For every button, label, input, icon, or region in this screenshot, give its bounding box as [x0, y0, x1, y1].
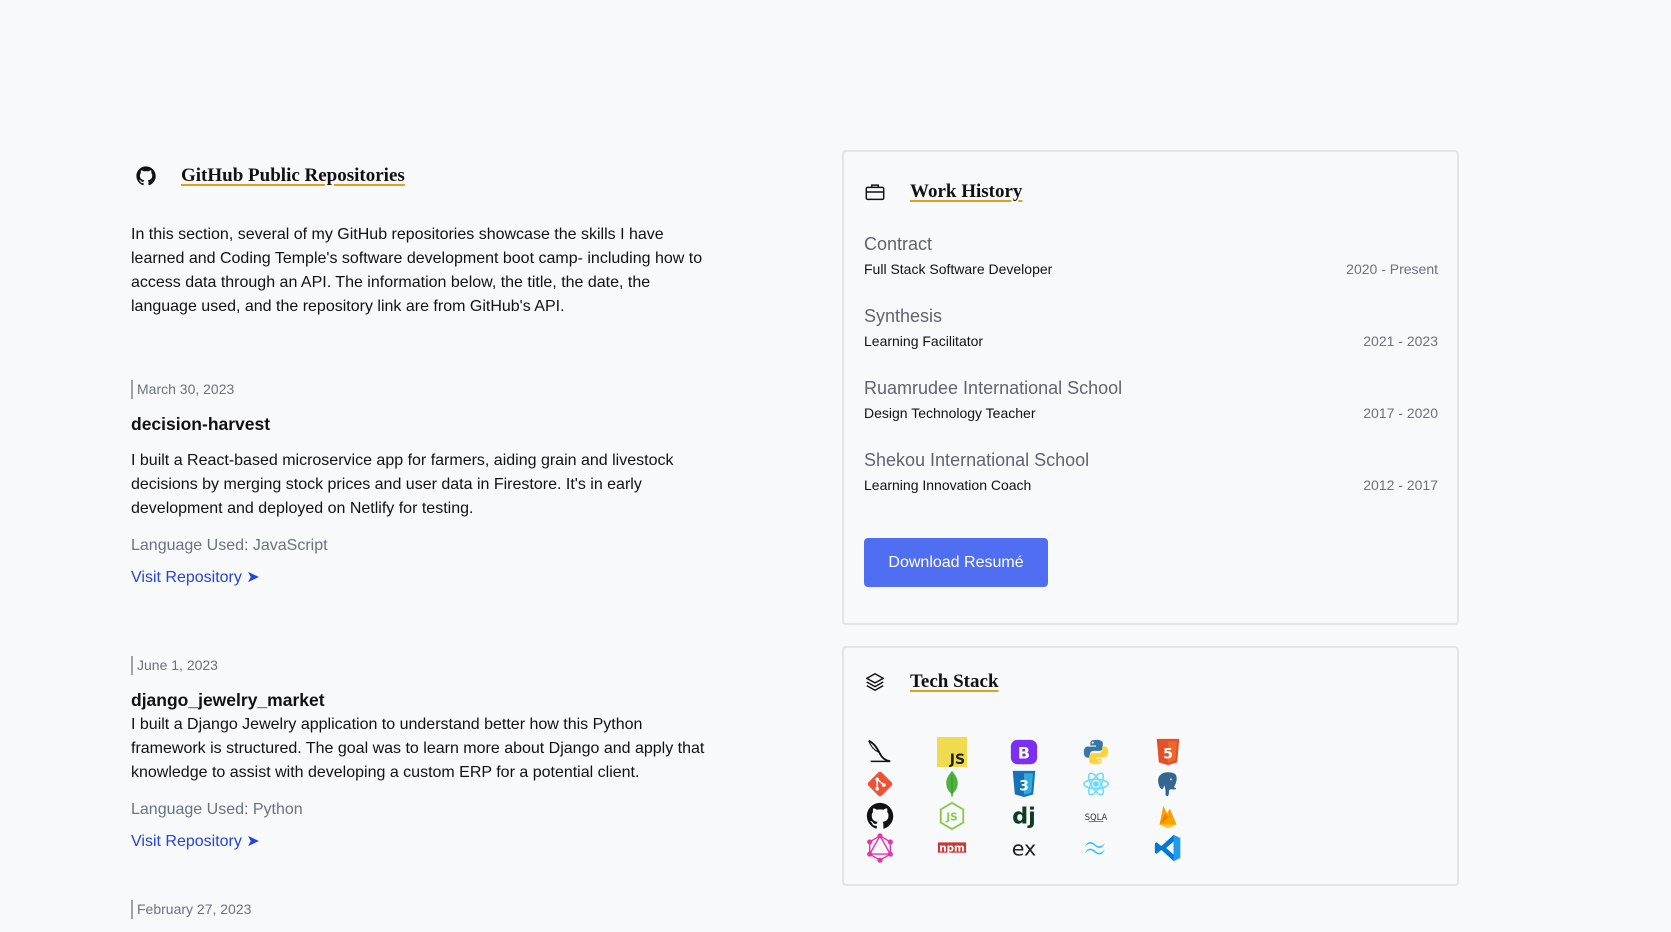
repo-card: March 30, 2023 decision-harvest I built …	[131, 380, 731, 587]
repo-language: Language Used: Python	[131, 801, 303, 818]
job-role: Learning Facilitator	[864, 333, 984, 349]
repo-description: I built a Django Jewelry application to …	[131, 716, 705, 781]
job-dates: 2021 - 2023	[1363, 333, 1438, 349]
work-history-card: Work History Contract Full Stack Softwar…	[842, 150, 1459, 625]
repo-date: February 27, 2023	[131, 900, 731, 919]
job-dates: 2012 - 2017	[1363, 477, 1438, 493]
svg-text:3: 3	[1019, 779, 1029, 795]
graphql-icon	[864, 832, 896, 864]
github-section-title: GitHub Public Repositories	[181, 165, 405, 186]
job-entry: Ruamrudee International School Design Te…	[864, 378, 1438, 421]
job-dates: 2020 - Present	[1346, 261, 1438, 277]
svg-text:ex: ex	[1012, 837, 1037, 861]
github-intro-text: In this section, several of my GitHub re…	[131, 226, 703, 315]
repo-date: March 30, 2023	[131, 380, 731, 399]
github-section: GitHub Public Repositories In this secti…	[131, 150, 731, 919]
repo-date: June 1, 2023	[131, 656, 731, 675]
react-icon	[1080, 768, 1112, 800]
git-icon	[864, 768, 896, 800]
portfolio-page: GitHub Public Repositories In this secti…	[0, 0, 1671, 932]
svg-text:npm: npm	[939, 842, 964, 854]
visit-repository-link[interactable]: Visit Repository ➤	[131, 831, 260, 851]
job-company: Contract	[864, 234, 933, 254]
postgresql-icon	[1152, 768, 1184, 800]
tech-stack-grid: JS B 5 3 JS dj SQLA npm ex	[864, 736, 1184, 864]
repo-name: decision-harvest	[131, 414, 271, 434]
job-dates: 2017 - 2020	[1363, 405, 1438, 421]
django-icon: dj	[1008, 800, 1040, 832]
download-resume-button[interactable]: Download Resumé	[864, 538, 1048, 587]
mongodb-icon	[936, 768, 968, 800]
tech-stack-title: Tech Stack	[910, 671, 999, 692]
repo-name: django_jewelry_market	[131, 690, 325, 710]
tailwind-icon	[1080, 832, 1112, 864]
job-company: Ruamrudee International School	[864, 378, 1123, 398]
python-icon	[1080, 736, 1112, 768]
tech-stack-card: Tech Stack JS B 5 3 JS dj SQLA npm ex	[842, 646, 1459, 886]
bootstrap-icon: B	[1008, 736, 1040, 768]
nodejs-icon: JS	[936, 800, 968, 832]
briefcase-icon	[864, 181, 886, 203]
firebase-icon	[1152, 800, 1184, 832]
github-icon	[864, 800, 896, 832]
visit-repository-link[interactable]: Visit Repository ➤	[131, 567, 260, 587]
work-history-header: Work History	[864, 170, 1022, 214]
flask-icon	[864, 736, 896, 768]
job-entry: Contract Full Stack Software Developer 2…	[864, 234, 1438, 277]
svg-text:JS: JS	[945, 812, 957, 824]
layers-icon	[864, 671, 886, 693]
job-entry: Shekou International School Learning Inn…	[864, 450, 1438, 493]
repo-card: June 1, 2023 django_jewelry_market I bui…	[131, 656, 731, 851]
tech-stack-header: Tech Stack	[864, 666, 999, 698]
sqlalchemy-icon: SQLA	[1080, 800, 1112, 832]
job-company: Shekou International School	[864, 450, 1090, 470]
svg-text:SQLA: SQLA	[1085, 812, 1108, 822]
github-icon	[135, 165, 157, 187]
express-icon: ex	[1008, 832, 1040, 864]
repo-card: February 27, 2023	[131, 900, 731, 919]
repo-language: Language Used: JavaScript	[131, 537, 328, 554]
css3-icon: 3	[1008, 768, 1040, 800]
svg-text:dj: dj	[1012, 804, 1036, 830]
svg-text:5: 5	[1163, 747, 1173, 763]
github-section-header: GitHub Public Repositories	[131, 150, 731, 202]
job-entry: Synthesis Learning Facilitator 2021 - 20…	[864, 306, 1438, 349]
vscode-icon	[1152, 832, 1184, 864]
job-role: Design Technology Teacher	[864, 405, 1036, 421]
npm-icon: npm	[936, 832, 968, 864]
work-history-title: Work History	[910, 181, 1023, 202]
html5-icon: 5	[1152, 736, 1184, 768]
repo-description: I built a React-based microservice app f…	[131, 452, 674, 517]
javascript-icon: JS	[936, 736, 968, 768]
svg-text:JS: JS	[949, 752, 965, 767]
svg-text:B: B	[1018, 744, 1030, 763]
job-role: Full Stack Software Developer	[864, 261, 1053, 277]
job-role: Learning Innovation Coach	[864, 477, 1032, 493]
job-company: Synthesis	[864, 306, 943, 326]
